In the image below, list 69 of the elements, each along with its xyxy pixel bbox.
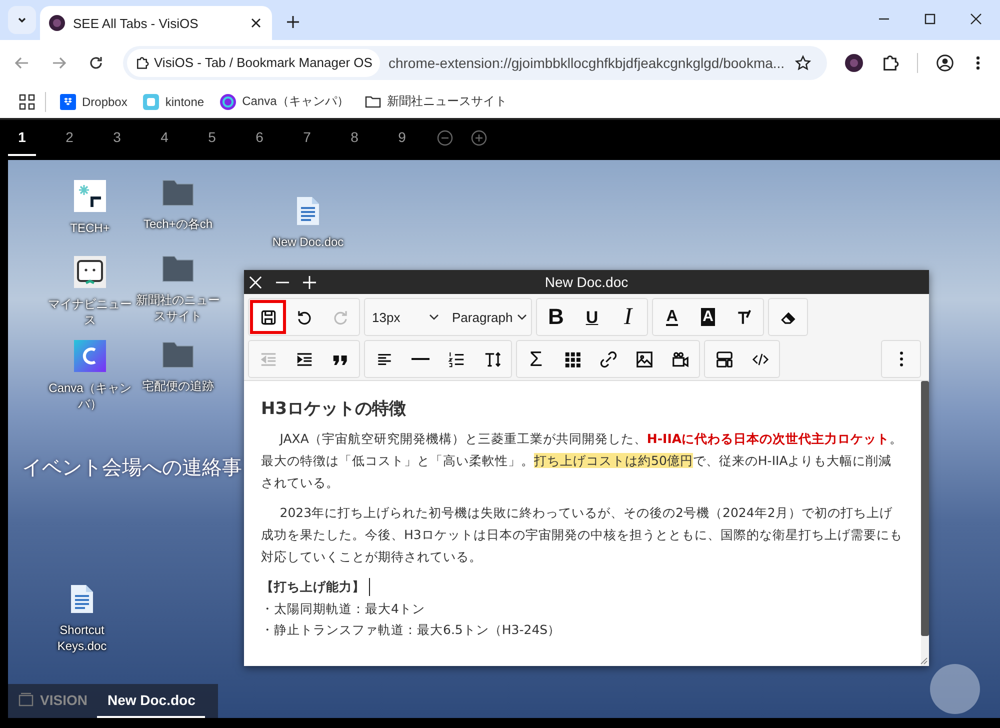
save-button[interactable] [250,300,286,334]
new-tab-icon[interactable] [286,15,300,29]
desktop-tab[interactable]: 9 [388,120,416,156]
underline-button[interactable]: U [574,300,610,334]
address-bar[interactable]: VisiOS - Tab / Bookmark Manager OS chrome-extension://gjoimbbkllocghfkbjdfjeakcgnkglgd/bookma... [123,46,827,80]
background-color-button[interactable]: A [690,300,726,334]
window-icon [18,692,34,708]
site-name: VisiOS - Tab / Bookmark Manager OS [154,55,372,70]
apps-grid-icon[interactable] [19,94,35,110]
mascot-icon[interactable] [74,256,106,288]
site-chip[interactable]: VisiOS - Tab / Bookmark Manager OS [127,48,380,76]
app-logo-icon[interactable] [74,180,106,212]
document-subheading: 【打ち上げ能力】 [261,578,365,596]
desktop-tab[interactable]: 2 [56,120,84,156]
close-icon[interactable] [970,13,982,25]
bookmark-link[interactable]: kintone [143,94,204,110]
favicon-icon [49,15,65,31]
block-format-select[interactable]: Paragraph [446,300,530,334]
resize-grip-icon[interactable] [920,657,928,665]
reload-icon[interactable] [88,54,104,70]
formula-button[interactable]: Σ [518,342,554,376]
folder-icon [364,94,381,110]
desktop-tab[interactable]: 4 [150,120,178,156]
scrollbar-thumb[interactable] [921,381,929,636]
remove-desktop-icon[interactable] [436,130,452,146]
text-cursor [369,578,370,596]
italic-button[interactable]: I [610,300,646,334]
menu-icon[interactable] [976,54,980,70]
desktop-tab[interactable]: 5 [198,120,226,156]
profile-icon[interactable] [936,54,954,72]
bookmark-link[interactable]: 新聞社ニュースサイト [364,93,507,110]
desktop-note-text: イベント会場への連絡事 [22,456,242,481]
document-heading: H3ロケットの特徴 [261,398,408,420]
document-icon[interactable] [296,196,320,226]
document-icon[interactable] [70,584,94,614]
list-line: ・太陽同期軌道：最大4トン [261,600,426,618]
bookmark-link[interactable]: Canva（キャンパ） [220,93,349,110]
browser-tab[interactable]: SEE All Tabs - VisiOS [40,6,272,40]
window-title: New Doc.doc [544,274,628,290]
desktop-icon-label[interactable]: Shortcut Keys.doc [40,622,124,654]
font-size-select[interactable]: 13px [366,300,446,334]
document-paragraph: 2023年に打ち上げられた初号機は失敗に終わっているが、その後の2号機（2024年2月）で初の打ち上げ成功を果たした。今後、H3ロケットは日本の宇宙開発の中核を担うとともに、国際的な衛星打ち上げ需要にも対応していくことが期待されている。 [261,504,903,566]
forward-icon[interactable] [51,54,67,70]
tab-title: SEE All Tabs - VisiOS [73,16,200,30]
desktop-tab[interactable]: 7 [293,120,321,156]
floating-circle-button[interactable] [930,664,980,714]
puzzle-icon[interactable] [881,54,899,72]
document-paragraph: JAXA（宇宙航空研究開発機構）と三菱重工業が共同開発した、H-IIAに代わる日本の次世代主力ロケット。最大の特徴は「低コスト」と「高い柔軟性」。打ち上げコストは約50億円で、従来のH-IIAよりも大幅に削減されている。 [261,430,903,492]
desktop-tab[interactable]: 8 [340,120,368,156]
extension-icon[interactable] [845,54,863,72]
add-desktop-icon[interactable] [470,130,486,146]
url-text: chrome-extension://gjoimbbkllocghfkbjdfjeakcgnkglgd/bookma... [388,54,786,70]
maximize-icon[interactable] [924,13,936,25]
star-icon[interactable] [795,54,811,70]
back-icon[interactable] [14,54,30,70]
taskbar-item[interactable]: New Doc.doc [97,684,206,718]
box-logo-icon [60,94,76,110]
bold-button[interactable]: B [538,300,574,334]
app-logo-icon [220,94,236,110]
app-logo-icon [143,94,160,110]
list-line: ・静止トランスファ軌道：最大6.5トン（H3-24S） [261,621,562,639]
taskbar-item[interactable]: VISION [8,684,98,718]
bookmark-link[interactable]: Dropbox [60,94,128,110]
font-color-button[interactable]: A [654,300,690,334]
desktop-tab[interactable]: 1 [8,120,36,156]
close-icon[interactable] [250,17,262,29]
desktop-tab[interactable]: 3 [103,120,131,156]
desktop-tab[interactable]: 6 [246,120,274,156]
puzzle-icon [135,56,149,70]
